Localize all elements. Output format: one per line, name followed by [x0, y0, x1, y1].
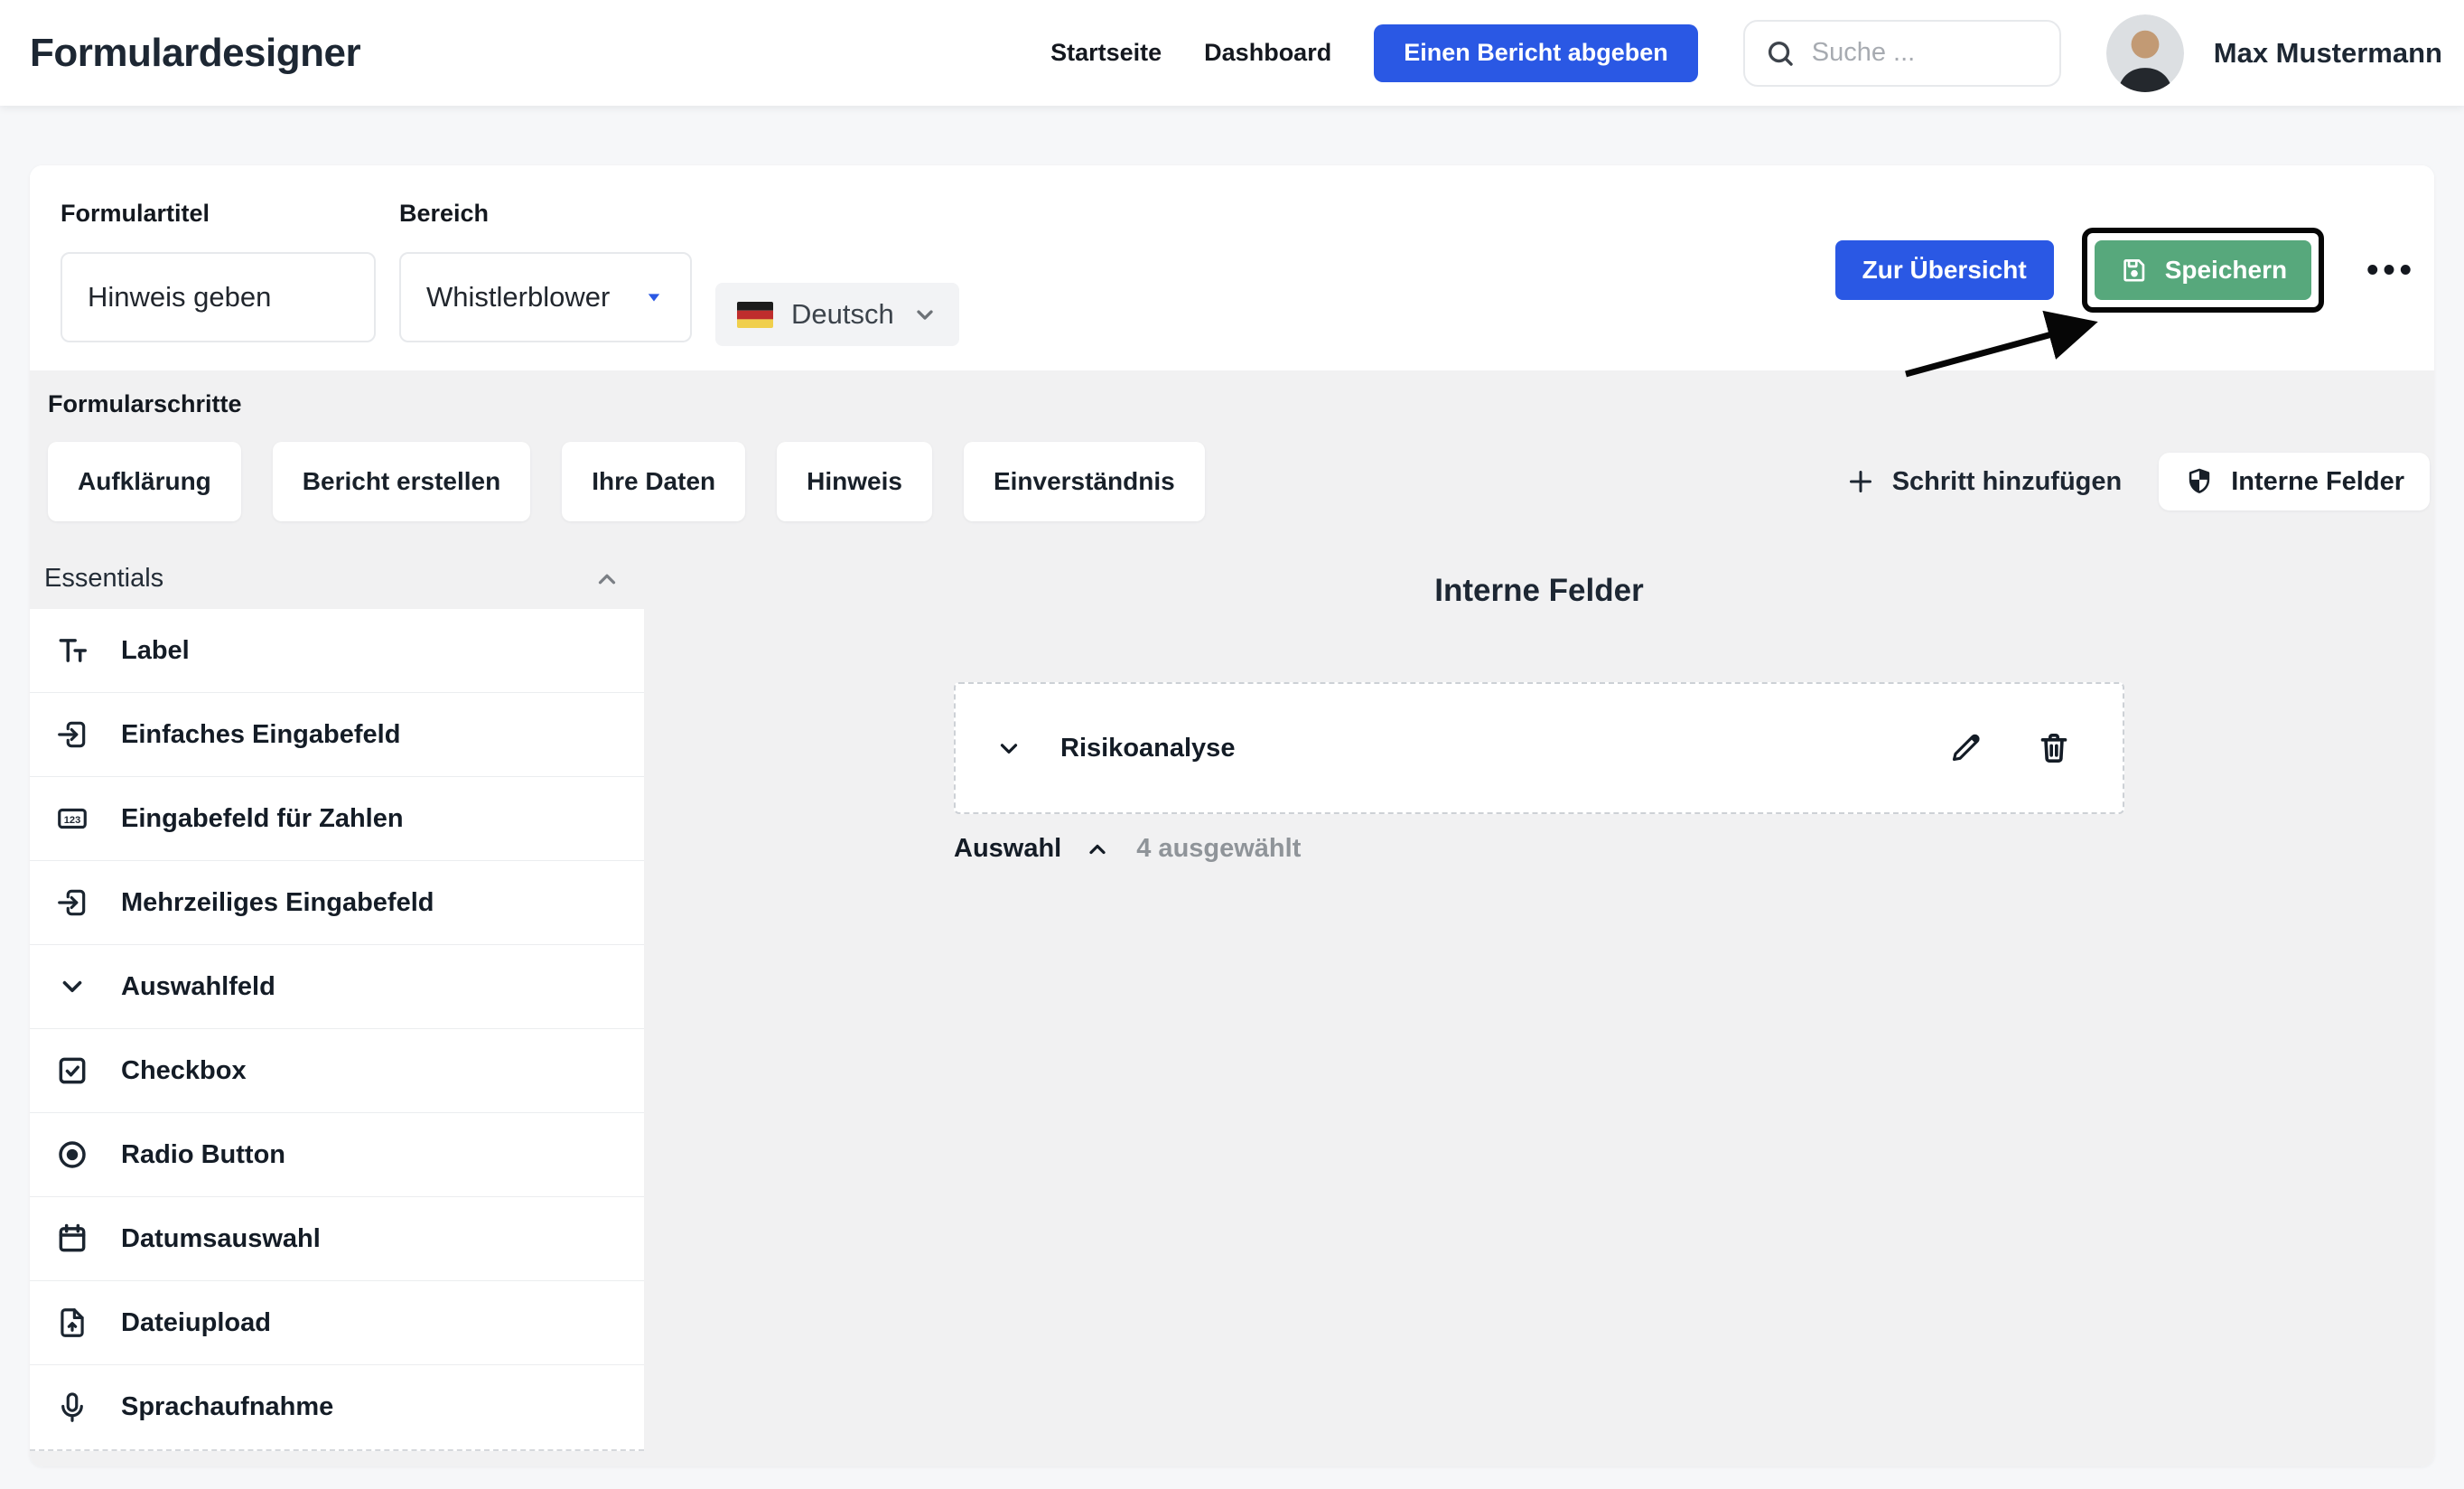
selection-count: 4 ausgewählt	[1136, 834, 1302, 863]
internal-field-group[interactable]: Risikoanalyse	[954, 682, 2124, 814]
palette-item-date[interactable]: Datumsauswahl	[30, 1197, 644, 1281]
palette-item-label[interactable]: Label	[30, 609, 644, 693]
app-title: Formulardesigner	[30, 30, 361, 75]
step-einverstaendnis[interactable]: Einverständnis	[963, 442, 1205, 521]
chevron-up-icon[interactable]	[593, 566, 621, 593]
designer-panel: Formulartitel Bereich Whistlerblower	[30, 165, 2434, 1466]
palette-group-label: Essentials	[44, 564, 164, 593]
dropdown-triangle-icon	[648, 294, 660, 302]
number-input-icon: 123	[55, 801, 89, 836]
selection-summary-row: Auswahl 4 ausgewählt	[954, 834, 2124, 864]
search-box[interactable]	[1742, 19, 2061, 87]
input-icon	[55, 717, 89, 752]
file-upload-icon	[55, 1306, 89, 1340]
user-name[interactable]: Max Mustermann	[2214, 37, 2442, 70]
form-steps-label: Formularschritte	[48, 390, 242, 417]
save-button-label: Speichern	[2164, 255, 2288, 284]
form-title-input[interactable]	[88, 281, 350, 314]
area-select[interactable]: Whistlerblower	[399, 252, 692, 342]
step-aufklaerung[interactable]: Aufklärung	[48, 442, 241, 521]
save-button[interactable]: Speichern	[2094, 239, 2312, 300]
language-value: Deutsch	[791, 298, 894, 330]
header-nav: Startseite Dashboard Einen Bericht abgeb…	[1050, 14, 2442, 92]
canvas-title: Interne Felder	[1434, 573, 1644, 608]
palette-list: Label Einfaches Eingabefeld 123 Eingabef…	[30, 609, 644, 1451]
palette-item-file-upload[interactable]: Dateiupload	[30, 1281, 644, 1365]
field-group-label: Risikoanalyse	[1060, 733, 1236, 763]
german-flag-icon	[737, 301, 773, 328]
builder-section: Formularschritte Aufklärung Bericht erst…	[30, 370, 2434, 1466]
internal-fields-button-label: Interne Felder	[2231, 466, 2404, 496]
save-icon	[2123, 258, 2144, 282]
palette-item-voice-recording[interactable]: Sprachaufnahme	[30, 1365, 644, 1449]
add-step-label: Schritt hinzufügen	[1891, 466, 2123, 496]
multiline-input-icon	[55, 885, 89, 920]
add-step-button[interactable]: Schritt hinzufügen	[1844, 465, 2123, 498]
overview-button[interactable]: Zur Übersicht	[1834, 239, 2054, 300]
palette-group-header[interactable]: Essentials	[30, 548, 644, 609]
field-palette: Essentials Label Einfaches Eingabefeld 1…	[30, 548, 644, 1451]
calendar-icon	[55, 1222, 89, 1256]
form-title-label: Formulartitel	[61, 200, 210, 227]
formulardesigner-app: Formulardesigner Startseite Dashboard Ei…	[0, 0, 2464, 1489]
language-selector[interactable]: Deutsch	[715, 283, 959, 346]
nav-item-startseite[interactable]: Startseite	[1050, 39, 1162, 67]
more-menu-button[interactable]: •••	[2366, 253, 2416, 287]
radio-icon	[55, 1138, 89, 1172]
chevron-down-icon[interactable]	[995, 735, 1022, 762]
palette-item-radio[interactable]: Radio Button	[30, 1113, 644, 1197]
submit-report-button[interactable]: Einen Bericht abgeben	[1374, 23, 1698, 82]
chevron-up-icon[interactable]	[1085, 837, 1110, 862]
shield-icon	[2189, 468, 2210, 493]
palette-item-simple-input[interactable]: Einfaches Eingabefeld	[30, 693, 644, 777]
chevron-down-icon	[917, 310, 933, 320]
selection-label[interactable]: Auswahl	[954, 834, 1061, 864]
svg-text:123: 123	[64, 815, 80, 826]
search-input[interactable]	[1811, 38, 2039, 68]
step-bericht-erstellen[interactable]: Bericht erstellen	[272, 442, 531, 521]
form-title-field-box	[61, 252, 376, 342]
plus-icon	[1849, 471, 1871, 492]
search-icon	[1768, 41, 1793, 66]
checkbox-icon	[55, 1054, 89, 1088]
annotation-highlight-box: Speichern	[2081, 227, 2325, 313]
palette-item-select[interactable]: Auswahlfeld	[30, 945, 644, 1029]
step-hinweis[interactable]: Hinweis	[777, 442, 932, 521]
area-select-value: Whistlerblower	[426, 281, 611, 313]
delete-trash-icon[interactable]	[2036, 730, 2072, 766]
palette-item-number-input[interactable]: 123 Eingabefeld für Zahlen	[30, 777, 644, 861]
step-ihre-daten[interactable]: Ihre Daten	[562, 442, 746, 521]
microphone-icon	[55, 1391, 89, 1425]
palette-item-checkbox[interactable]: Checkbox	[30, 1029, 644, 1113]
form-steps-row: Aufklärung Bericht erstellen Ihre Daten …	[30, 442, 2434, 521]
area-label: Bereich	[399, 200, 490, 227]
nav-item-dashboard[interactable]: Dashboard	[1204, 39, 1331, 67]
toolbar-actions: Zur Übersicht Speichern •••	[1834, 227, 2416, 313]
form-canvas: Interne Felder Risikoanalyse Auswahl 4 a…	[644, 548, 2434, 864]
typography-icon	[55, 633, 89, 668]
chevron-down-icon	[55, 969, 89, 1004]
edit-pencil-icon[interactable]	[1947, 730, 1983, 766]
avatar[interactable]	[2105, 14, 2184, 92]
form-settings-toolbar: Formulartitel Bereich Whistlerblower	[30, 165, 2434, 370]
palette-item-multiline-input[interactable]: Mehrzeiliges Eingabefeld	[30, 861, 644, 945]
internal-fields-button[interactable]: Interne Felder	[2159, 453, 2430, 510]
app-header: Formulardesigner Startseite Dashboard Ei…	[0, 0, 2464, 106]
